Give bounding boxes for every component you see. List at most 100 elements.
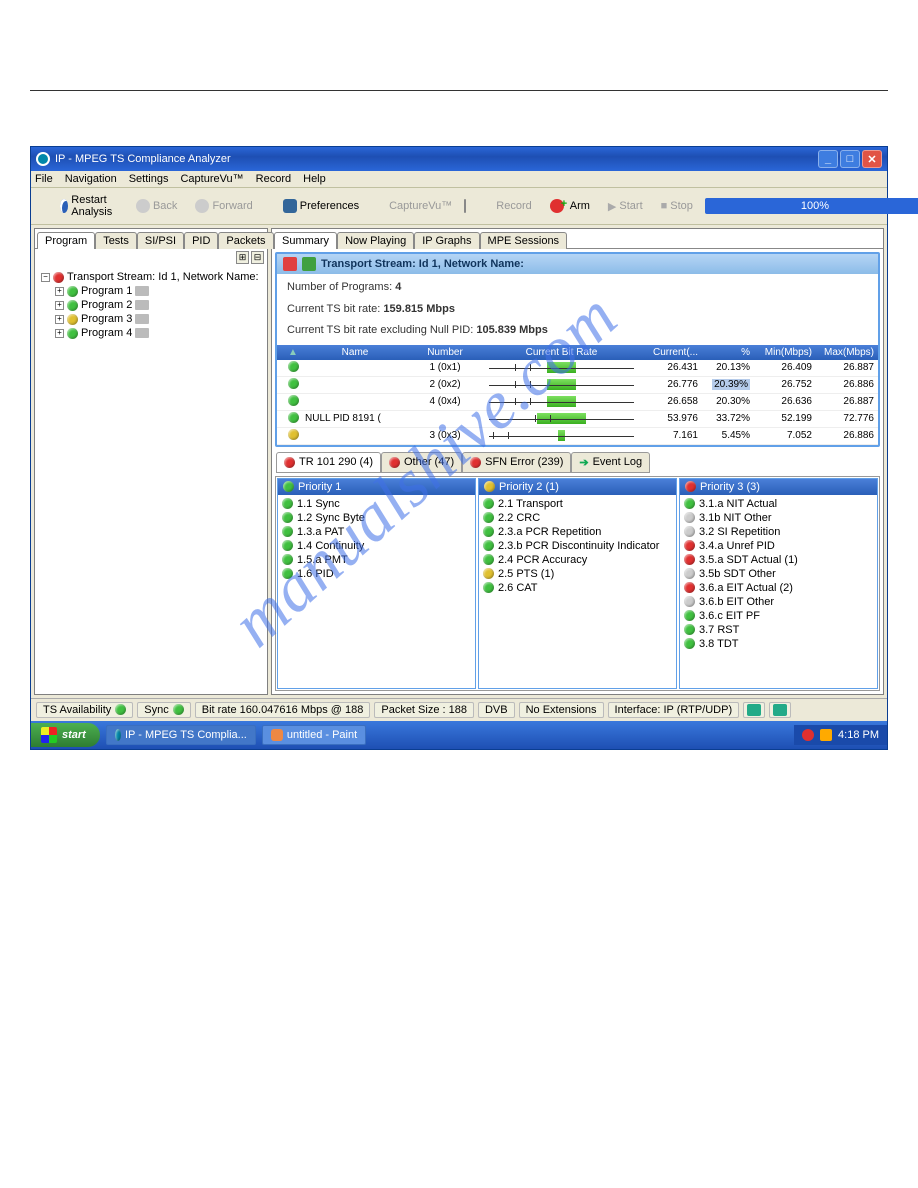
priority-item[interactable]: 1.5.a PMT bbox=[282, 553, 471, 567]
error-tab[interactable]: Other (47) bbox=[381, 452, 462, 473]
menu-help[interactable]: Help bbox=[303, 173, 326, 185]
forward-button[interactable]: Forward bbox=[189, 196, 258, 216]
table-row[interactable]: 2 (0x2) 26.776 20.39% 26.752 26.886 bbox=[277, 377, 878, 394]
tab-ip-graphs[interactable]: IP Graphs bbox=[414, 232, 479, 249]
status-icon bbox=[483, 540, 494, 551]
arm-button[interactable]: +Arm bbox=[544, 196, 596, 216]
priority-item[interactable]: 1.4 Continuity bbox=[282, 539, 471, 553]
priority-item[interactable]: 3.8 TDT bbox=[684, 637, 873, 651]
system-tray[interactable]: 4:18 PM bbox=[794, 725, 887, 745]
table-row[interactable]: 3 (0x3) 7.161 5.45% 7.052 26.886 bbox=[277, 428, 878, 445]
tree-item[interactable]: +Program 1 bbox=[55, 284, 261, 298]
tab-packets[interactable]: Packets bbox=[218, 232, 273, 249]
capture-icon-1[interactable] bbox=[464, 199, 466, 213]
menu-navigation[interactable]: Navigation bbox=[65, 173, 117, 185]
bitrate-bar bbox=[489, 413, 634, 424]
sb-interface: Interface: IP (RTP/UDP) bbox=[608, 702, 740, 718]
table-row[interactable]: 4 (0x4) 26.658 20.30% 26.636 26.887 bbox=[277, 394, 878, 411]
priority-column: Priority 2 (1) 2.1 Transport2.2 CRC2.3.a … bbox=[478, 478, 677, 689]
priority-header: Priority 2 (1) bbox=[479, 479, 676, 495]
priority-item[interactable]: 3.6.a EIT Actual (2) bbox=[684, 581, 873, 595]
tree-item[interactable]: +Program 2 bbox=[55, 298, 261, 312]
priority-item[interactable]: 2.5 PTS (1) bbox=[483, 567, 672, 581]
priority-item[interactable]: 2.6 CAT bbox=[483, 581, 672, 595]
start-button-taskbar[interactable]: start bbox=[31, 723, 100, 747]
restart-analysis-button[interactable]: Restart Analysis bbox=[54, 191, 124, 221]
error-tab[interactable]: TR 101 290 (4) bbox=[276, 452, 381, 473]
tab-now-playing[interactable]: Now Playing bbox=[337, 232, 414, 249]
status-icon bbox=[684, 554, 695, 565]
priority-item[interactable]: 3.6.b EIT Other bbox=[684, 595, 873, 609]
back-button[interactable]: Back bbox=[130, 196, 183, 216]
capturevu-label: CaptureVu™ bbox=[383, 197, 458, 215]
priority-item[interactable]: 3.5.a SDT Actual (1) bbox=[684, 553, 873, 567]
ts-table-header[interactable]: ▲ Name Number Current Bit Rate Current(.… bbox=[277, 345, 878, 360]
menu-capturevu[interactable]: CaptureVu™ bbox=[180, 173, 243, 185]
clock: 4:18 PM bbox=[838, 729, 879, 741]
tab-summary[interactable]: Summary bbox=[274, 232, 337, 249]
priority-item[interactable]: 2.4 PCR Accuracy bbox=[483, 553, 672, 567]
priority-item[interactable]: 1.3.a PAT bbox=[282, 525, 471, 539]
arrow-icon: ➔ bbox=[579, 456, 588, 469]
error-tab[interactable]: SFN Error (239) bbox=[462, 452, 571, 473]
priority-item[interactable]: 1.2 Sync Byte bbox=[282, 511, 471, 525]
sb-icon-2[interactable] bbox=[769, 702, 791, 718]
tab-sipsi[interactable]: SI/PSI bbox=[137, 232, 184, 249]
start-button[interactable]: ▶Start bbox=[602, 197, 649, 216]
priority-item[interactable]: 3.2 SI Repetition bbox=[684, 525, 873, 539]
expand-all-icon[interactable]: ⊞ bbox=[236, 251, 249, 264]
tab-mpe-sessions[interactable]: MPE Sessions bbox=[480, 232, 568, 249]
priority-item[interactable]: 3.1b NIT Other bbox=[684, 511, 873, 525]
menu-record[interactable]: Record bbox=[256, 173, 291, 185]
status-icon bbox=[684, 610, 695, 621]
tray-icon[interactable] bbox=[802, 729, 814, 741]
priority-item[interactable]: 3.1.a NIT Actual bbox=[684, 497, 873, 511]
task-item-paint[interactable]: untitled - Paint bbox=[262, 725, 366, 745]
program-icon bbox=[135, 328, 149, 338]
status-icon bbox=[684, 540, 695, 551]
windows-taskbar: start IP - MPEG TS Complia... untitled -… bbox=[31, 721, 887, 749]
preferences-button[interactable]: Preferences bbox=[277, 196, 365, 216]
left-panel: Program Tests SI/PSI PID Packets ⊞ ⊟ − T… bbox=[34, 228, 268, 695]
maximize-button[interactable]: □ bbox=[840, 150, 860, 168]
status-icon bbox=[389, 457, 400, 468]
status-icon bbox=[282, 498, 293, 509]
minimize-button[interactable]: _ bbox=[818, 150, 838, 168]
table-row[interactable]: NULL PID 8191 ( 53.976 33.72% 52.199 72.… bbox=[277, 411, 878, 428]
close-button[interactable]: ✕ bbox=[862, 150, 882, 168]
priority-item[interactable]: 1.1 Sync bbox=[282, 497, 471, 511]
menu-file[interactable]: File bbox=[35, 173, 53, 185]
tree-item[interactable]: +Program 4 bbox=[55, 326, 261, 340]
right-panel: Summary Now Playing IP Graphs MPE Sessio… bbox=[271, 228, 884, 695]
menu-settings[interactable]: Settings bbox=[129, 173, 169, 185]
task-item-analyzer[interactable]: IP - MPEG TS Complia... bbox=[106, 725, 256, 745]
priority-item[interactable]: 3.6.c EIT PF bbox=[684, 609, 873, 623]
priority-item[interactable]: 1.6 PID bbox=[282, 567, 471, 581]
tab-tests[interactable]: Tests bbox=[95, 232, 137, 249]
status-icon bbox=[283, 481, 294, 492]
tree-item[interactable]: +Program 3 bbox=[55, 312, 261, 326]
stop-button[interactable]: ■Stop bbox=[655, 197, 699, 215]
sb-packet-size: Packet Size : 188 bbox=[374, 702, 474, 718]
priority-item[interactable]: 2.1 Transport bbox=[483, 497, 672, 511]
priority-item[interactable]: 3.5b SDT Other bbox=[684, 567, 873, 581]
collapse-all-icon[interactable]: ⊟ bbox=[251, 251, 264, 264]
priority-item[interactable]: 2.3.b PCR Discontinuity Indicator bbox=[483, 539, 672, 553]
priority-item[interactable]: 3.7 RST bbox=[684, 623, 873, 637]
status-icon bbox=[684, 638, 695, 649]
error-tab[interactable]: ➔Event Log bbox=[571, 452, 650, 473]
table-row[interactable]: 1 (0x1) 26.431 20.13% 26.409 26.887 bbox=[277, 360, 878, 377]
status-icon bbox=[484, 481, 495, 492]
tree-root[interactable]: − Transport Stream: Id 1, Network Name: bbox=[41, 270, 261, 284]
priority-column: Priority 11.1 Sync1.2 Sync Byte1.3.a PAT… bbox=[277, 478, 476, 689]
priority-item[interactable]: 2.2 CRC bbox=[483, 511, 672, 525]
status-icon bbox=[53, 272, 64, 283]
priority-item[interactable]: 2.3.a PCR Repetition bbox=[483, 525, 672, 539]
tray-icon-2[interactable] bbox=[820, 729, 832, 741]
tab-program[interactable]: Program bbox=[37, 232, 95, 249]
tab-pid[interactable]: PID bbox=[184, 232, 218, 249]
priority-item[interactable]: 3.4.a Unref PID bbox=[684, 539, 873, 553]
titlebar[interactable]: IP - MPEG TS Compliance Analyzer _ □ ✕ bbox=[31, 147, 887, 171]
status-icon bbox=[282, 512, 293, 523]
sb-icon-1[interactable] bbox=[743, 702, 765, 718]
